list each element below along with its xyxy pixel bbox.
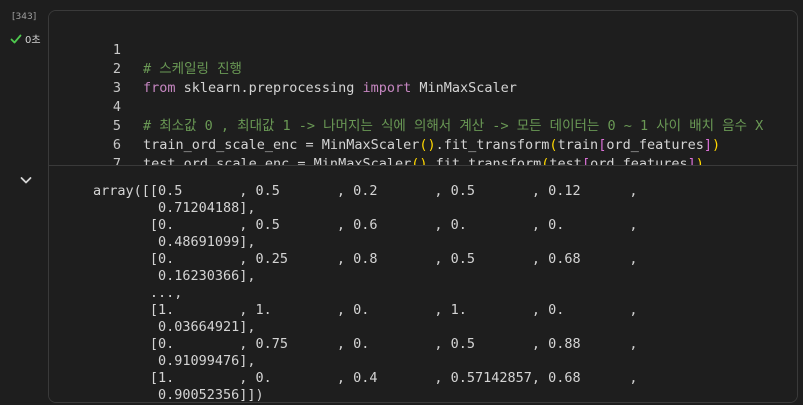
code-text: train_ord_scale_enc = MinMaxScaler().fit… — [143, 136, 720, 155]
execution-count: [343] — [12, 12, 37, 22]
output-line: [1. , 0. , 0.4 , 0.57142857, 0.68 , — [93, 370, 638, 386]
output-line: [0. , 0.5 , 0.6 , 0. , 0. , — [93, 217, 638, 233]
output-line: 0.91099476], — [93, 353, 256, 369]
code-token: .fit_transform — [435, 137, 550, 153]
code-line: 5 train_ord_scale_enc = MinMaxScaler().f… — [49, 98, 720, 153]
cell-gutter: [343] 0초 — [0, 0, 48, 405]
code-line: 7 train_ord_scale_enc — [49, 136, 298, 191]
output-line: [0. , 0.25 , 0.8 , 0.5 , 0.68 , — [93, 251, 638, 267]
execution-time: 0초 — [25, 35, 41, 46]
code-line: 2 from sklearn.preprocessing import MinM… — [49, 41, 517, 96]
keyword-from: from — [143, 80, 176, 96]
code-token: train_ord_scale_enc = MinMaxScaler — [143, 137, 420, 153]
code-bracket: ] — [703, 137, 713, 153]
code-line: 4 # 최소값 0 , 최대값 1 -> 나머지는 식에 의해서 계산 -> 모… — [49, 79, 763, 134]
output-line: 0.90052356]]) — [93, 387, 264, 403]
check-icon — [10, 34, 22, 43]
code-line: 6 test_ord_scale_enc = MinMaxScaler().fi… — [49, 117, 704, 172]
code-line: 3 — [49, 60, 121, 96]
import-name: MinMaxScaler — [411, 80, 517, 96]
output-line: 0.03664921], — [93, 319, 256, 335]
code-token: train — [557, 137, 599, 153]
module-name: sklearn.preprocessing — [175, 80, 363, 96]
cell-output: array([[0.5 , 0.5 , 0.2 , 0.5 , 0.12 , 0… — [49, 166, 797, 403]
code-text: from sklearn.preprocessing import MinMax… — [143, 79, 517, 98]
keyword-import: import — [362, 80, 412, 96]
code-comment: # 최소값 0 , 최대값 1 -> 나머지는 식에 의해서 계산 -> 모든 … — [143, 118, 764, 134]
code-cell[interactable]: 1 # 스케일링 진행 2 from sklearn.preprocessing… — [48, 10, 798, 403]
collapse-output-button[interactable] — [18, 172, 34, 188]
code-paren: ) — [712, 137, 721, 153]
output-line: 0.48691099], — [93, 234, 256, 250]
output-line: ..., — [93, 285, 183, 301]
code-line: 1 # 스케일링 진행 — [49, 22, 242, 77]
output-line: 0.71204188], — [93, 200, 256, 216]
output-line: 0.16230366], — [93, 268, 256, 284]
output-line: [1. , 1. , 0. , 1. , 0. , — [93, 302, 638, 318]
output-line: array([[0.5 , 0.5 , 0.2 , 0.5 , 0.12 , — [93, 183, 638, 199]
code-comment: # 스케일링 진행 — [143, 61, 242, 77]
chevron-down-icon — [20, 177, 32, 184]
code-token: ord_features — [606, 137, 704, 153]
output-line: [0. , 0.75 , 0. , 0.5 , 0.88 , — [93, 336, 638, 352]
code-editor[interactable]: 1 # 스케일링 진행 2 from sklearn.preprocessing… — [49, 11, 797, 191]
execution-status: 0초 — [10, 31, 41, 46]
code-paren: ( — [549, 137, 558, 153]
code-paren: () — [419, 137, 436, 153]
